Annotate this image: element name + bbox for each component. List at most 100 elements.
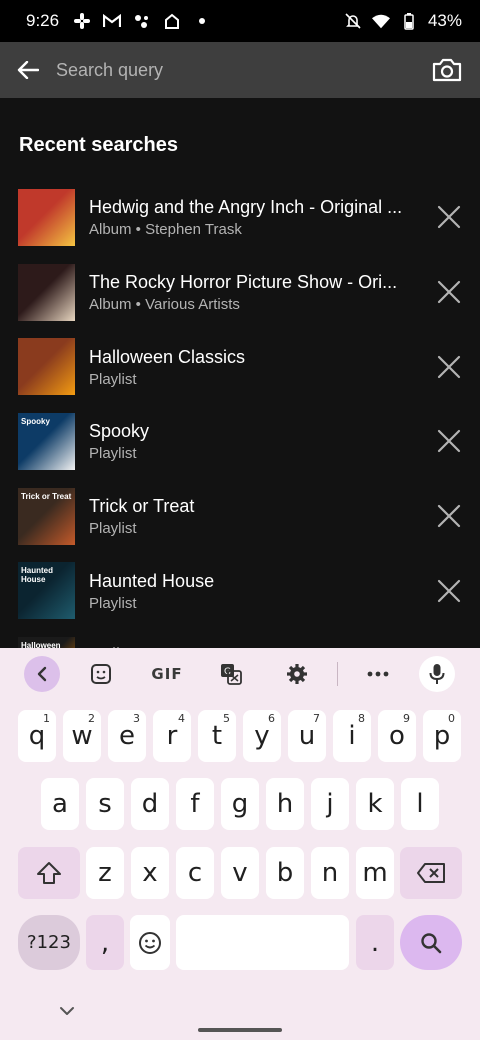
symbols-key[interactable]: ?123 xyxy=(18,915,80,970)
settings-button[interactable] xyxy=(279,656,315,692)
emoji-icon xyxy=(139,931,161,954)
keyboard-toolbar: GIF G xyxy=(0,648,480,700)
item-title: Hedwig and the Angry Inch - Original ... xyxy=(89,197,403,218)
key-x[interactable]: x xyxy=(131,847,169,899)
gif-label: GIF xyxy=(151,665,183,683)
item-title: Halloween Classics xyxy=(89,346,246,367)
key-j[interactable]: j xyxy=(311,778,349,830)
key-u[interactable]: u7 xyxy=(288,710,326,762)
key-label: , xyxy=(100,927,110,958)
key-label: h xyxy=(276,789,294,819)
space-key[interactable] xyxy=(176,915,349,970)
search-content: Recent searches Hedwig and the Angry Inc… xyxy=(0,98,480,648)
translate-button[interactable]: G xyxy=(213,656,249,692)
gesture-nav-bar[interactable] xyxy=(198,1028,282,1032)
key-label: d xyxy=(141,789,159,819)
toolbar-divider xyxy=(337,662,338,686)
recent-search-item[interactable]: Halloween PartyHalloween PartyPlaylist xyxy=(0,628,480,648)
cover-art-text: Spooky xyxy=(21,416,50,426)
remove-search-button[interactable] xyxy=(418,637,480,648)
close-icon xyxy=(437,280,461,304)
item-subtitle: Album • Stephen Trask xyxy=(89,221,242,239)
key-w[interactable]: w2 xyxy=(63,710,101,762)
key-i[interactable]: i8 xyxy=(333,710,371,762)
key-y[interactable]: y6 xyxy=(243,710,281,762)
item-title: Spooky xyxy=(89,421,150,442)
recent-searches-list: Hedwig and the Angry Inch - Original ...… xyxy=(0,180,480,648)
battery-icon xyxy=(400,12,418,30)
key-v[interactable]: v xyxy=(221,847,259,899)
recent-search-item[interactable]: The Rocky Horror Picture Show - Ori... Al… xyxy=(0,255,480,330)
remove-search-button[interactable] xyxy=(418,413,480,469)
remove-search-button[interactable] xyxy=(418,563,480,619)
key-label: o xyxy=(389,721,405,751)
remove-search-button[interactable] xyxy=(418,339,480,395)
key-label: q xyxy=(28,721,46,751)
remove-search-button[interactable] xyxy=(418,264,480,320)
key-b[interactable]: b xyxy=(266,847,304,899)
cover-art: Trick or Treat xyxy=(18,487,75,545)
key-a[interactable]: a xyxy=(41,778,79,830)
back-button[interactable] xyxy=(0,42,56,98)
key-label: f xyxy=(190,789,200,819)
sticker-button[interactable] xyxy=(83,656,119,692)
key-d[interactable]: d xyxy=(131,778,169,830)
key-q[interactable]: q1 xyxy=(18,710,56,762)
key-label: . xyxy=(370,927,380,958)
key-label: x xyxy=(142,858,158,888)
recent-search-item[interactable]: Trick or Treat Trick or Treat Playlist xyxy=(0,479,480,554)
gif-button[interactable]: GIF xyxy=(142,656,192,692)
comma-key[interactable]: , xyxy=(86,915,124,970)
key-n[interactable]: n xyxy=(311,847,349,899)
key-hint: 1 xyxy=(43,712,50,725)
remove-search-button[interactable] xyxy=(418,189,480,245)
search-input[interactable] xyxy=(56,42,414,98)
key-label: w xyxy=(71,721,93,751)
remove-search-button[interactable] xyxy=(418,488,480,544)
more-options-button[interactable] xyxy=(360,656,396,692)
recent-search-item[interactable]: Spooky Spooky Playlist xyxy=(0,404,480,479)
chevron-left-icon xyxy=(37,666,47,682)
key-s[interactable]: s xyxy=(86,778,124,830)
key-hint: 7 xyxy=(313,712,320,725)
key-c[interactable]: c xyxy=(176,847,214,899)
key-label: e xyxy=(119,721,135,751)
microphone-icon xyxy=(429,664,445,684)
search-action-key[interactable] xyxy=(400,915,462,970)
key-label: r xyxy=(166,721,178,751)
key-z[interactable]: z xyxy=(86,847,124,899)
status-time: 9:26 xyxy=(26,11,60,30)
key-g[interactable]: g xyxy=(221,778,259,830)
recent-search-item[interactable]: Haunted House Haunted House Playlist xyxy=(0,553,480,628)
key-label: t xyxy=(211,721,223,751)
close-icon xyxy=(437,430,461,453)
keyboard-hide-chevron-icon[interactable] xyxy=(58,1004,76,1018)
key-o[interactable]: o9 xyxy=(378,710,416,762)
key-e[interactable]: e3 xyxy=(108,710,146,762)
key-p[interactable]: p0 xyxy=(423,710,461,762)
key-m[interactable]: m xyxy=(356,847,394,899)
shift-key[interactable] xyxy=(18,847,80,899)
key-h[interactable]: h xyxy=(266,778,304,830)
more-horizontal-icon xyxy=(367,671,389,677)
camera-button[interactable] xyxy=(414,42,480,98)
backspace-key[interactable] xyxy=(400,847,462,899)
keyboard-collapse-button[interactable] xyxy=(24,656,60,692)
emoji-key[interactable] xyxy=(130,915,170,970)
wifi-icon xyxy=(371,12,390,30)
key-r[interactable]: r4 xyxy=(153,710,191,762)
recent-searches-heading: Recent searches xyxy=(19,134,178,156)
backspace-icon xyxy=(417,863,445,883)
key-label: z xyxy=(98,858,112,888)
cover-art xyxy=(18,188,75,246)
key-k[interactable]: k xyxy=(356,778,394,830)
gmail-icon xyxy=(103,12,122,30)
period-key[interactable]: . xyxy=(356,915,394,970)
key-l[interactable]: l xyxy=(401,778,439,830)
key-hint: 8 xyxy=(358,712,365,725)
recent-search-item[interactable]: Hedwig and the Angry Inch - Original ...… xyxy=(0,180,480,255)
key-t[interactable]: t5 xyxy=(198,710,236,762)
voice-input-button[interactable] xyxy=(419,656,455,692)
key-f[interactable]: f xyxy=(176,778,214,830)
recent-search-item[interactable]: Halloween Classics Playlist xyxy=(0,329,480,404)
